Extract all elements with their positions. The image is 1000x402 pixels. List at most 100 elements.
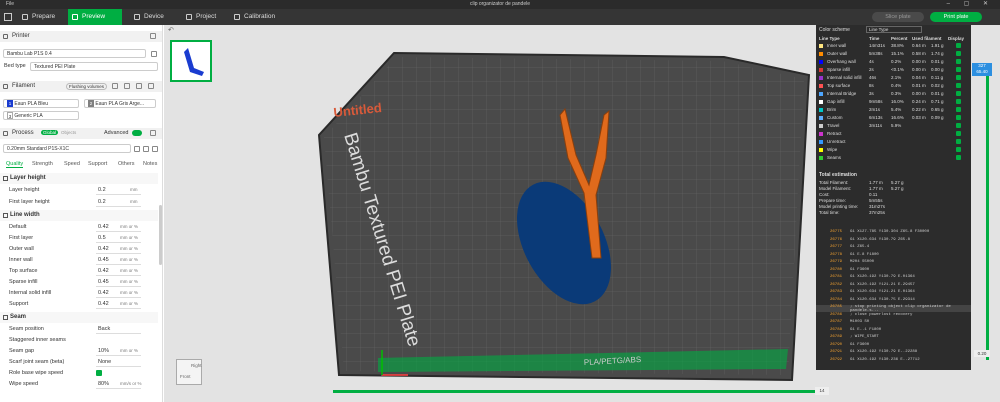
seam-position-select[interactable]: Back <box>96 325 141 334</box>
color-scheme-panel: Color scheme Line Type Line Type Time Pe… <box>816 25 971 370</box>
advanced-toggle[interactable] <box>132 130 142 136</box>
gcode-line: 26788 G1 E-.1 F1800 <box>816 328 971 335</box>
objects-toggle[interactable]: Objects <box>61 130 76 135</box>
home-icon[interactable] <box>4 13 12 21</box>
flushing-volumes-button[interactable]: Flushing volumes <box>66 83 108 90</box>
filament-slot-3[interactable]: 3 Generic PLA <box>3 111 79 120</box>
display-toggle[interactable] <box>956 115 961 120</box>
legend-grams: 0.71 g <box>931 99 944 104</box>
legend-name: Brim <box>827 107 837 112</box>
edit-preset-icon[interactable] <box>152 146 158 152</box>
layer-slider[interactable] <box>986 70 989 360</box>
compare-preset-icon[interactable] <box>143 146 149 152</box>
window-controls[interactable]: – ▢ ✕ <box>947 0 994 7</box>
move-slider-value[interactable]: 14 <box>815 387 829 395</box>
legend-grams: 1.91 g <box>931 43 944 48</box>
filament-settings-icon[interactable] <box>148 83 154 89</box>
tab-notes[interactable]: Notes <box>143 161 157 167</box>
display-toggle[interactable] <box>956 139 961 144</box>
gcode-line-number: 26778 <box>830 252 843 257</box>
tab-preview[interactable]: Preview <box>68 9 122 25</box>
line-type-select[interactable]: Line Type <box>866 26 922 33</box>
process-preset-select[interactable]: 0.20mm Standard P1S-X1C <box>3 144 131 153</box>
legend-length: 0.64 m <box>912 43 926 48</box>
display-toggle[interactable] <box>956 155 961 160</box>
legend-time: 3s <box>869 91 874 96</box>
sync-filament-icon[interactable] <box>136 83 142 89</box>
legend-row: Custom 6m13s 16.6% 0.03 m 0.09 g <box>816 115 971 122</box>
legend-swatch <box>819 68 823 72</box>
gcode-line-number: 26785 <box>830 305 843 309</box>
collapse-sidebar-icon[interactable]: ↶ <box>168 27 176 35</box>
advanced-label: Advanced <box>104 130 129 136</box>
gcode-line-number: 26792 <box>830 357 843 362</box>
display-toggle[interactable] <box>956 43 961 48</box>
gcode-line-number: 26787 <box>830 320 843 324</box>
gcode-command: G1 X120.192 Y121.21 E.29457 <box>850 282 915 287</box>
legend-percent: 5.9% <box>891 123 902 128</box>
legend-swatch <box>819 108 823 112</box>
tab-speed[interactable]: Speed <box>64 161 80 167</box>
add-filament-icon[interactable] <box>112 83 118 89</box>
legend-name: Gap infill <box>827 99 845 104</box>
filament-slot-1[interactable]: 1 Eaun PLA Bleu <box>3 99 79 108</box>
sidebar-scrollbar[interactable] <box>159 205 162 265</box>
scarf-joint-select[interactable]: None <box>96 358 141 367</box>
display-toggle[interactable] <box>956 99 961 104</box>
display-toggle[interactable] <box>956 59 961 64</box>
process-settings-icon[interactable] <box>150 130 156 136</box>
legend-grams: 0.09 g <box>931 115 944 120</box>
printer-select[interactable]: Bambu Lab P1S 0.4 <box>3 49 146 58</box>
gcode-line: 26779 M204 S5000 <box>816 260 971 267</box>
filament-slot-2[interactable]: 2 Eaun PLA Gris Arge... <box>84 99 156 108</box>
layer-slider-bottom[interactable]: 0.20 <box>974 350 990 357</box>
display-toggle[interactable] <box>956 123 961 128</box>
display-toggle[interactable] <box>956 91 961 96</box>
tab-strength[interactable]: Strength <box>32 161 53 167</box>
layer-slider-top[interactable]: 327 65.40 <box>972 63 992 76</box>
legend-name: Overhang wall <box>827 59 856 64</box>
gcode-line: 26778 G1 E.8 F1800 <box>816 253 971 260</box>
remove-filament-icon[interactable] <box>124 83 130 89</box>
tab-calibration[interactable]: Calibration <box>230 9 288 25</box>
bed-type-select[interactable]: Textured PEI Plate <box>30 62 158 71</box>
legend-row: Outer wall 5m38s 15.1% 0.58 m 1.74 g <box>816 51 971 58</box>
legend-length: 0.01 m <box>912 83 926 88</box>
display-toggle[interactable] <box>956 147 961 152</box>
setting-support-line: Support 0.42 mm or % <box>0 299 158 310</box>
print-plate-button[interactable]: Print plate <box>930 12 982 22</box>
role-base-checkbox[interactable] <box>96 370 102 376</box>
printer-settings-icon[interactable] <box>150 33 156 39</box>
legend-name: Custom <box>827 115 843 120</box>
edit-icon[interactable] <box>151 51 157 57</box>
tab-support[interactable]: Support <box>88 161 107 167</box>
display-toggle[interactable] <box>956 107 961 112</box>
prepare-icon <box>22 14 28 20</box>
display-toggle[interactable] <box>956 75 961 80</box>
tab-project[interactable]: Project <box>182 9 228 25</box>
tab-prepare[interactable]: Prepare <box>18 9 66 25</box>
legend-name: Seams <box>827 155 842 160</box>
tab-others[interactable]: Others <box>118 161 135 167</box>
tab-quality[interactable]: Quality <box>6 161 24 168</box>
save-preset-icon[interactable] <box>134 146 140 152</box>
display-toggle[interactable] <box>956 83 961 88</box>
display-toggle[interactable] <box>956 67 961 72</box>
plate-thumbnail[interactable] <box>170 40 212 82</box>
gcode-command: G1 X120.192 Y130.79 E-.22288 <box>850 350 918 354</box>
global-toggle[interactable]: Global <box>41 130 59 135</box>
legend-percent: 0.2% <box>891 59 902 64</box>
tab-device[interactable]: Device <box>130 9 176 25</box>
total-value: 5m55s <box>869 198 883 203</box>
view-cube[interactable]: Front Right <box>176 359 202 385</box>
slice-plate-button[interactable]: Slice plate <box>872 12 924 22</box>
display-toggle[interactable] <box>956 131 961 136</box>
total-value: 1.77 m <box>869 180 883 185</box>
total-value-2: 5.27 g <box>891 180 904 185</box>
total-value: 31m27s <box>869 204 886 209</box>
move-slider[interactable] <box>333 390 823 393</box>
legend-row: Sparse infill 2s <0.1% 0.00 m 0.00 g <box>816 67 971 74</box>
total-value-2: 5.27 g <box>891 186 904 191</box>
total-key: Total time: <box>819 210 840 215</box>
display-toggle[interactable] <box>956 51 961 56</box>
